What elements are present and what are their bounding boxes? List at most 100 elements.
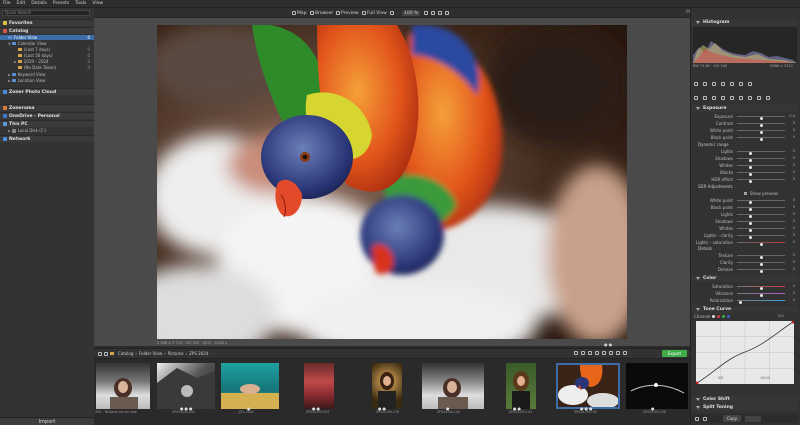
slider-sdr-whites[interactable]: Whites 0 xyxy=(692,225,796,232)
show-preview-checkbox[interactable]: Show preview xyxy=(692,190,796,197)
thumbnail[interactable] xyxy=(372,363,402,409)
nav-location-view[interactable]: ▶ Location View xyxy=(0,78,94,83)
channel-rgb[interactable] xyxy=(712,315,716,318)
slider-lights-clarity[interactable]: Lights – clarity 0 xyxy=(692,232,796,239)
thumbnail[interactable] xyxy=(506,363,536,409)
rotate-left-icon[interactable] xyxy=(595,351,599,355)
auto-icon[interactable] xyxy=(703,96,707,100)
slider-sdr-lights[interactable]: Lights 0 xyxy=(692,211,796,218)
history-icon[interactable] xyxy=(703,416,707,421)
slider-black-point[interactable]: Black point 0 xyxy=(692,134,796,141)
slider-sdr-white-point[interactable]: White point 0 xyxy=(692,197,796,204)
thumbnail[interactable] xyxy=(221,363,279,409)
slider-whites[interactable]: Whites 0 xyxy=(692,162,796,169)
menu-tools[interactable]: Tools xyxy=(75,1,86,6)
slider-knob[interactable] xyxy=(749,180,752,183)
paste-icon[interactable] xyxy=(748,82,752,86)
crop-tool-icon[interactable] xyxy=(712,96,716,100)
nav-network[interactable]: Network xyxy=(0,135,94,142)
delete-icon[interactable] xyxy=(609,351,613,355)
menu-view[interactable]: View xyxy=(92,1,103,6)
copy-button[interactable]: Copy xyxy=(723,415,742,422)
nav-calendar-item[interactable]: ▶ 2019 – 2024 0 xyxy=(0,59,94,64)
filter-icon[interactable] xyxy=(581,351,585,355)
sync-icon[interactable] xyxy=(438,8,442,18)
nav-favorites[interactable]: Favorites xyxy=(0,19,94,26)
map-button[interactable]: Map xyxy=(292,8,307,18)
tone-curve-graph[interactable] xyxy=(695,320,795,385)
slider-blacks[interactable]: Blacks 0 xyxy=(692,169,796,176)
select-icon[interactable] xyxy=(588,351,592,355)
nav-keyword-view[interactable]: ▶ Keyword View xyxy=(0,72,94,77)
settings-icon[interactable] xyxy=(694,96,698,100)
nav-catalog[interactable]: Catalog xyxy=(0,27,94,34)
section-color[interactable]: Color xyxy=(692,275,798,282)
forward-icon[interactable] xyxy=(104,351,108,356)
slider-polarization[interactable]: Polarization 0 xyxy=(692,297,796,304)
preview-button[interactable]: Preview xyxy=(336,8,359,18)
section-histogram[interactable]: Histogram xyxy=(692,19,798,26)
slider-clarity[interactable]: Clarity 0 xyxy=(692,259,796,266)
nav-zoner-cloud[interactable]: Zoner Photo Cloud xyxy=(0,88,94,95)
sort-icon[interactable] xyxy=(574,351,578,355)
slider-contrast[interactable]: Contrast 0 xyxy=(692,120,796,127)
straighten-icon[interactable] xyxy=(721,96,725,100)
slider-exposure[interactable]: Exposure 0.0 xyxy=(692,113,796,120)
thumbnail[interactable] xyxy=(626,363,688,409)
slider-hdr-effect[interactable]: HDR effect 0 xyxy=(692,176,796,183)
nav-onedrive[interactable]: OneDrive - Personal xyxy=(0,112,94,119)
quick-search-input[interactable]: Quick Search xyxy=(2,10,90,16)
slider-vibrance[interactable]: Vibrance 0 xyxy=(692,290,796,297)
checkbox[interactable] xyxy=(744,192,747,195)
export-button[interactable]: Export xyxy=(662,350,687,357)
gradient-icon[interactable] xyxy=(730,96,734,100)
crop-icon[interactable] xyxy=(712,82,716,86)
nav-calendar-item[interactable]: (No Date Taken) 0 xyxy=(0,65,94,70)
rotate-right-icon[interactable] xyxy=(602,351,606,355)
zoom-select[interactable]: 100 % xyxy=(402,8,421,18)
channel-red[interactable] xyxy=(717,315,721,318)
breadcrumb-item[interactable]: ZPS 2024 xyxy=(189,351,208,356)
fit-icon[interactable] xyxy=(424,8,428,18)
slider-knob[interactable] xyxy=(760,243,763,246)
slider-lights[interactable]: Lights 0 xyxy=(692,148,796,155)
section-split-toning[interactable]: Split Toning xyxy=(692,404,798,411)
compare-button[interactable] xyxy=(390,8,394,18)
nav-calendar-item[interactable]: (Last 7 days) 0 xyxy=(0,47,94,52)
info-icon[interactable] xyxy=(445,8,449,18)
copy-icon[interactable] xyxy=(739,82,743,86)
undo-icon[interactable] xyxy=(695,416,699,421)
thumbnail-selected[interactable] xyxy=(556,363,620,409)
thumbnail[interactable] xyxy=(157,363,215,409)
section-tone-curve[interactable]: Tone Curve xyxy=(692,306,798,313)
menu-presets[interactable]: Presets xyxy=(53,1,69,6)
section-exposure[interactable]: Exposure xyxy=(692,105,798,112)
nav-calendar-item[interactable]: (Last 30 days) 0 xyxy=(0,53,94,58)
slider-saturation[interactable]: Saturation 0 xyxy=(692,283,796,290)
reset-icon[interactable] xyxy=(730,82,734,86)
paste-button[interactable] xyxy=(745,415,762,422)
full-view-button[interactable]: Full View xyxy=(362,8,387,18)
thumbnail[interactable] xyxy=(422,363,484,409)
nav-calendar-view[interactable]: ▼ Calendar View xyxy=(0,41,94,46)
brush-icon[interactable] xyxy=(748,96,752,100)
menu-file[interactable]: File xyxy=(3,1,11,6)
menu-details[interactable]: Details xyxy=(31,1,47,6)
heal-icon[interactable] xyxy=(757,96,761,100)
import-button[interactable]: Import xyxy=(0,417,94,425)
nav-zonerama[interactable]: Zonerama xyxy=(0,104,94,111)
main-photo[interactable] xyxy=(157,25,627,339)
slider-sdr-shadows[interactable]: Shadows 0 xyxy=(692,218,796,225)
slider-knob[interactable] xyxy=(739,301,742,304)
slider-sdr-black-point[interactable]: Black point 0 xyxy=(692,204,796,211)
share-icon[interactable] xyxy=(616,351,620,355)
undo-icon[interactable] xyxy=(694,82,698,86)
slider-shadows[interactable]: Shadows 0 xyxy=(692,155,796,162)
slider-knob[interactable] xyxy=(760,270,763,273)
breadcrumb-item[interactable]: Folder View xyxy=(139,351,162,356)
slider-texture[interactable]: Texture 0 xyxy=(692,252,796,259)
nav-this-pc[interactable]: This PC xyxy=(0,120,94,127)
nav-folder-view[interactable]: Folder View 0 xyxy=(0,35,94,40)
breadcrumb-item[interactable]: Catalog xyxy=(118,351,133,356)
clone-icon[interactable] xyxy=(766,96,770,100)
